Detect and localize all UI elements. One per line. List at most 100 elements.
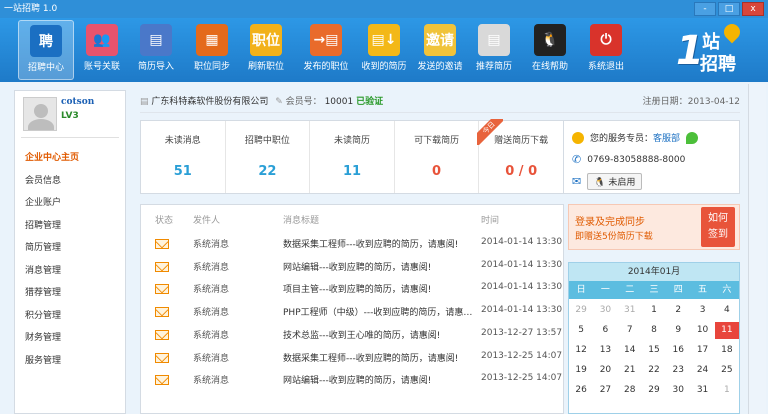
- calendar-day[interactable]: 7: [618, 322, 642, 339]
- sidebar-item-0[interactable]: 企业中心主页: [25, 147, 123, 170]
- toolbar-button-8[interactable]: ▤ 推荐简历: [466, 20, 522, 80]
- message-title-link[interactable]: PHP工程师（中级）---收到应聘的简历，请惠阅!: [283, 305, 473, 318]
- stat-card[interactable]: 未读消息 51: [141, 121, 226, 193]
- stat-value[interactable]: 11: [310, 164, 394, 179]
- minimize-button[interactable]: -: [694, 2, 716, 16]
- table-row[interactable]: 系统消息 网站编辑---收到应聘的简历，请惠阅! 2014-01-14 13:30: [141, 256, 565, 278]
- signin-promo-banner[interactable]: 登录及完成同步 即赠送5份简历下载 如何 签到: [568, 204, 740, 250]
- sidebar-item-5[interactable]: 消息管理: [25, 260, 123, 283]
- sidebar-item-3[interactable]: 招聘管理: [25, 215, 123, 238]
- calendar-day[interactable]: 24: [690, 362, 714, 379]
- location-pin-icon: [720, 20, 744, 44]
- toolbar-icon-10: ⏻: [590, 24, 622, 56]
- calendar-day[interactable]: 28: [618, 382, 642, 399]
- calendar-day[interactable]: 31: [690, 382, 714, 399]
- calendar-day[interactable]: 30: [593, 302, 617, 319]
- calendar-day[interactable]: 11: [714, 322, 739, 339]
- maximize-button[interactable]: □: [718, 2, 740, 16]
- calendar-day[interactable]: 1: [642, 302, 666, 319]
- stat-value[interactable]: 0: [395, 164, 479, 179]
- calendar-day[interactable]: 19: [569, 362, 593, 379]
- calendar-day[interactable]: 30: [666, 382, 690, 399]
- smiley-icon: [572, 131, 584, 144]
- toolbar-button-9[interactable]: 🐧 在线帮助: [522, 20, 578, 80]
- table-row[interactable]: 系统消息 技术总监---收到王心唯的简历，请惠阅! 2013-12-27 13:57: [141, 324, 565, 346]
- mail-icon: ✉: [572, 175, 582, 188]
- calendar-day[interactable]: 3: [690, 302, 714, 319]
- title-bar: 一站招聘 1.0 - □ x: [0, 0, 768, 18]
- message-title-link[interactable]: 网站编辑---收到应聘的简历，请惠阅!: [283, 373, 473, 386]
- member-number: 10001: [324, 97, 354, 107]
- table-row[interactable]: 系统消息 数据采集工程师---收到应聘的简历，请惠阅! 2014-01-14 13:…: [141, 233, 565, 255]
- stat-value[interactable]: 51: [141, 164, 225, 179]
- calendar-day[interactable]: 9: [666, 322, 690, 339]
- calendar-day[interactable]: 15: [642, 342, 666, 359]
- envelope-icon: [155, 352, 169, 363]
- toolbar-button-2[interactable]: ▤ 简历导入: [128, 20, 184, 80]
- stat-card[interactable]: 未读简历 11: [310, 121, 395, 193]
- sidebar-item-7[interactable]: 积分管理: [25, 305, 123, 328]
- calendar-day[interactable]: 6: [593, 322, 617, 339]
- message-list-header: 状态 发件人 消息标题 时间: [155, 216, 500, 226]
- calendar-day[interactable]: 23: [666, 362, 690, 379]
- calendar-day[interactable]: 4: [715, 302, 739, 319]
- calendar-day[interactable]: 10: [690, 322, 714, 339]
- calendar-day[interactable]: 29: [569, 302, 593, 319]
- message-title-link[interactable]: 数据采集工程师---收到应聘的简历，请惠阅!: [283, 351, 473, 364]
- stat-value[interactable]: 22: [226, 164, 310, 179]
- table-row[interactable]: 系统消息 网站编辑---收到应聘的简历，请惠阅! 2013-12-25 14:07: [141, 369, 565, 391]
- calendar-day[interactable]: 13: [593, 342, 617, 359]
- stat-card[interactable]: 招聘中职位 22: [226, 121, 311, 193]
- toolbar-button-6[interactable]: ▤↓ 收到的简历: [356, 20, 412, 80]
- service-agent-link[interactable]: 客服部: [653, 131, 680, 144]
- chat-bubble-icon[interactable]: [686, 131, 699, 144]
- close-button[interactable]: x: [742, 2, 764, 16]
- toolbar-button-5[interactable]: →▤ 发布的职位: [298, 20, 354, 80]
- calendar-day[interactable]: 25: [715, 362, 739, 379]
- message-title-link[interactable]: 项目主管---收到应聘的简历，请惠阅!: [283, 282, 473, 295]
- toolbar-button-10[interactable]: ⏻ 系统退出: [578, 20, 634, 80]
- sidebar-item-9[interactable]: 服务管理: [25, 350, 123, 373]
- sidebar-item-2[interactable]: 企业账户: [25, 192, 123, 215]
- calendar-day[interactable]: 18: [715, 342, 739, 359]
- calendar-day[interactable]: 29: [642, 382, 666, 399]
- table-row[interactable]: 系统消息 PHP工程师（中级）---收到应聘的简历，请惠阅! 2014-01-14 …: [141, 301, 565, 323]
- calendar-day[interactable]: 27: [593, 382, 617, 399]
- table-row[interactable]: 系统消息 数据采集工程师---收到应聘的简历，请惠阅! 2013-12-25 14:…: [141, 347, 565, 369]
- calendar-day[interactable]: 26: [569, 382, 593, 399]
- calendar-day[interactable]: 17: [690, 342, 714, 359]
- envelope-icon: [155, 284, 169, 295]
- toolbar-button-3[interactable]: ▦ 职位同步: [184, 20, 240, 80]
- message-title-link[interactable]: 数据采集工程师---收到应聘的简历，请惠阅!: [283, 237, 473, 250]
- edit-icon[interactable]: ✎: [275, 97, 285, 107]
- message-title-link[interactable]: 技术总监---收到王心唯的简历，请惠阅!: [283, 328, 473, 341]
- qq-status-button[interactable]: 🐧 未启用: [587, 173, 643, 190]
- calendar-day[interactable]: 31: [618, 302, 642, 319]
- calendar-day[interactable]: 8: [642, 322, 666, 339]
- stat-card[interactable]: 今日 赠送简历下载 0 / 0: [477, 119, 563, 193]
- sidebar-item-4[interactable]: 简历管理: [25, 237, 123, 260]
- stat-value[interactable]: 0 / 0: [479, 164, 563, 179]
- calendar-day[interactable]: 21: [618, 362, 642, 379]
- toolbar-button-4[interactable]: 职位 刷新职位: [238, 20, 294, 80]
- calendar-day[interactable]: 2: [666, 302, 690, 319]
- stat-card[interactable]: 可下载简历 0: [395, 121, 480, 193]
- sidebar-item-6[interactable]: 猎荐管理: [25, 282, 123, 305]
- sidebar-item-1[interactable]: 会员信息: [25, 170, 123, 193]
- toolbar-button-0[interactable]: 聘招聘中心: [18, 20, 74, 80]
- calendar-day[interactable]: 20: [593, 362, 617, 379]
- how-to-signin-button[interactable]: 如何 签到: [701, 207, 735, 247]
- scrollbar[interactable]: [748, 84, 766, 414]
- calendar-day[interactable]: 1: [715, 382, 739, 399]
- calendar-day[interactable]: 22: [642, 362, 666, 379]
- toolbar-button-7[interactable]: 邀请 发送的邀请: [412, 20, 468, 80]
- table-row[interactable]: 系统消息 项目主管---收到应聘的简历，请惠阅! 2014-01-14 13:30: [141, 278, 565, 300]
- calendar-month: 2014年01月: [569, 263, 739, 281]
- toolbar-button-1[interactable]: 👥 账号关联: [74, 20, 130, 80]
- calendar-day[interactable]: 12: [569, 342, 593, 359]
- calendar-day[interactable]: 16: [666, 342, 690, 359]
- calendar-day[interactable]: 14: [618, 342, 642, 359]
- sidebar-item-8[interactable]: 财务管理: [25, 327, 123, 350]
- calendar-day[interactable]: 5: [569, 322, 593, 339]
- message-title-link[interactable]: 网站编辑---收到应聘的简历，请惠阅!: [283, 260, 473, 273]
